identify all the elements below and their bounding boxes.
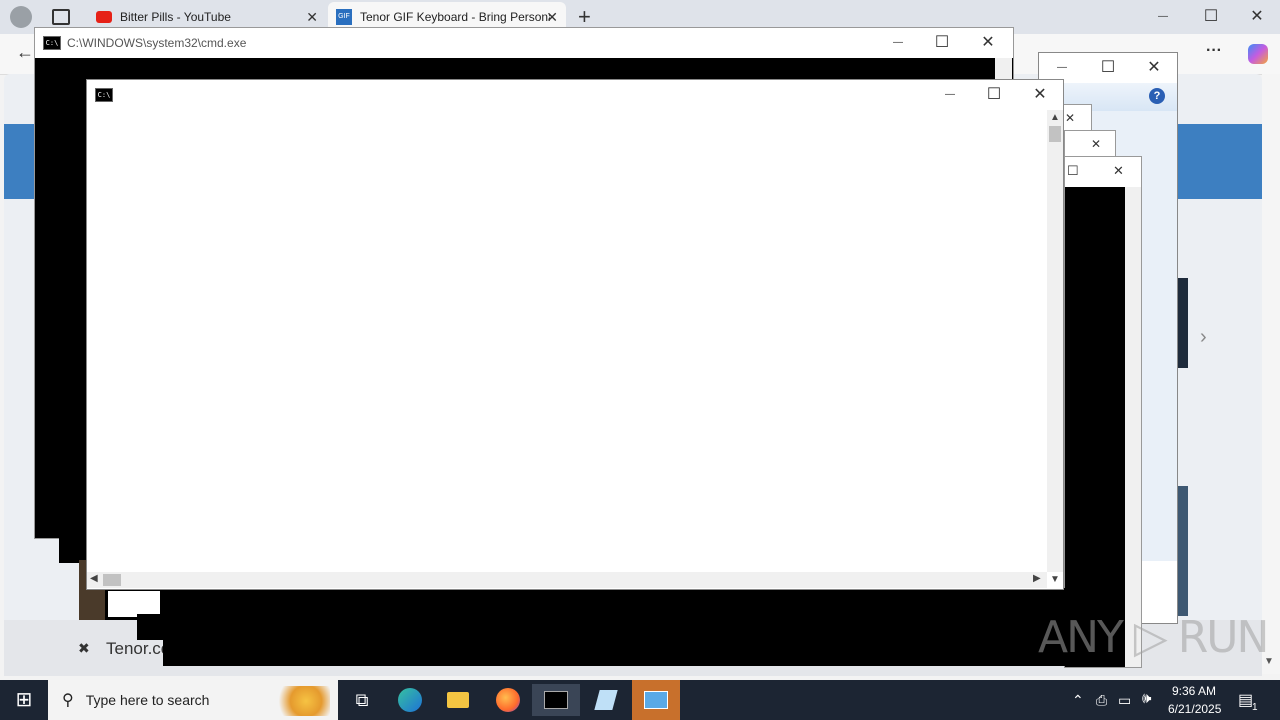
window-title: C:\WINDOWS\system32\cmd.exe — [67, 36, 247, 50]
maximize-button[interactable]: ☐ — [971, 80, 1017, 110]
anyrun-watermark: ANY ▷ RUN — [1038, 612, 1269, 663]
scroll-up-arrow[interactable]: ▲ — [1050, 112, 1060, 123]
titlebar: C:\ C:\WINDOWS\system32\cmd.exe — [35, 28, 1013, 58]
minimize-button[interactable]: — — [875, 28, 921, 58]
page-footer-text: Tenor.co — [106, 639, 171, 658]
horizontal-scrollbar[interactable]: ◀ ▶ — [87, 572, 1047, 588]
browser-close-button[interactable]: ✕ — [1234, 2, 1280, 32]
back-icon[interactable]: ← — [16, 42, 34, 63]
browser-restore-button[interactable]: ☐ — [1188, 2, 1234, 32]
app-taskbar-icon[interactable] — [632, 680, 680, 720]
cmd-taskbar-icon[interactable] — [532, 684, 580, 716]
dismiss-icon[interactable]: ✖ — [78, 640, 90, 657]
search-highlight-icon — [270, 686, 330, 716]
close-tab-icon[interactable]: ✕ — [306, 9, 318, 26]
tab-actions-icon[interactable] — [52, 9, 70, 25]
search-icon: ⚲ — [62, 692, 74, 709]
show-hidden-icons[interactable]: ⌃ — [1072, 692, 1084, 709]
tab-title: Tenor GIF Keyboard - Bring Personality — [360, 10, 550, 24]
close-button[interactable]: ✕ — [1065, 111, 1075, 125]
minimize-button[interactable]: — — [927, 80, 973, 110]
cmd-icon: C:\ — [95, 88, 113, 102]
more-menu-button[interactable]: ··· — [1206, 42, 1222, 60]
notification-count: 1 — [1252, 702, 1258, 713]
profile-avatar[interactable] — [10, 6, 32, 28]
scroll-down-arrow[interactable]: ▼ — [1050, 574, 1060, 585]
close-tab-icon[interactable]: ✕ — [546, 9, 558, 26]
network-icon[interactable]: ▭ — [1118, 692, 1131, 709]
start-button[interactable]: ⊞ — [0, 680, 48, 720]
clock-date[interactable]: 6/21/2025 — [1168, 702, 1221, 716]
vertical-scrollbar[interactable] — [1125, 187, 1141, 667]
copilot-icon[interactable] — [1248, 44, 1268, 64]
edge-icon[interactable] — [386, 684, 434, 716]
volume-icon[interactable]: 🕪 — [1142, 690, 1151, 707]
browser-minimize-button[interactable]: — — [1140, 2, 1186, 32]
task-view-icon[interactable]: ⧉ — [338, 684, 386, 716]
scroll-left-arrow[interactable]: ◀ — [90, 573, 98, 584]
vertical-scrollbar[interactable]: ▲ ▼ — [1047, 110, 1063, 585]
tab-title: Bitter Pills - YouTube — [120, 10, 231, 24]
scroll-thumb[interactable] — [1049, 126, 1061, 142]
maximize-button[interactable]: ☐ — [1067, 163, 1079, 179]
maximize-button[interactable]: ☐ — [919, 28, 965, 58]
notepad-taskbar-icon[interactable] — [582, 684, 630, 716]
close-button[interactable]: ✕ — [965, 28, 1011, 58]
maximize-button[interactable]: ☐ — [1085, 53, 1131, 83]
gif-icon: GIF — [336, 9, 352, 25]
help-icon[interactable]: ? — [1149, 88, 1165, 104]
firefox-icon[interactable] — [484, 684, 532, 716]
titlebar: C:\ — [87, 80, 1063, 110]
cmd-window-front[interactable]: C:\ — ☐ ✕ ▲ ▼ ◀ ▶ — [86, 79, 1064, 590]
browser-scrollbar[interactable] — [1262, 74, 1280, 674]
youtube-icon — [96, 11, 112, 23]
file-explorer-icon[interactable] — [434, 684, 482, 716]
scroll-right-arrow[interactable]: ▶ — [1033, 573, 1041, 584]
device-icon[interactable]: ⎙ — [1096, 692, 1107, 709]
cmd-icon: C:\ — [43, 36, 61, 50]
clock-time[interactable]: 9:36 AM — [1172, 684, 1216, 698]
chevron-right-icon[interactable]: › — [1200, 326, 1207, 349]
close-button[interactable]: ✕ — [1091, 137, 1101, 151]
close-button[interactable]: ✕ — [1131, 53, 1177, 83]
artifact-block — [163, 588, 1125, 666]
scroll-thumb[interactable] — [103, 574, 121, 586]
close-button[interactable]: ✕ — [1113, 163, 1124, 179]
search-placeholder: Type here to search — [85, 692, 210, 708]
close-button[interactable]: ✕ — [1017, 80, 1063, 110]
taskbar-search[interactable]: ⚲ Type here to search — [48, 680, 338, 720]
notification-icon[interactable]: ▤ — [1238, 690, 1253, 710]
